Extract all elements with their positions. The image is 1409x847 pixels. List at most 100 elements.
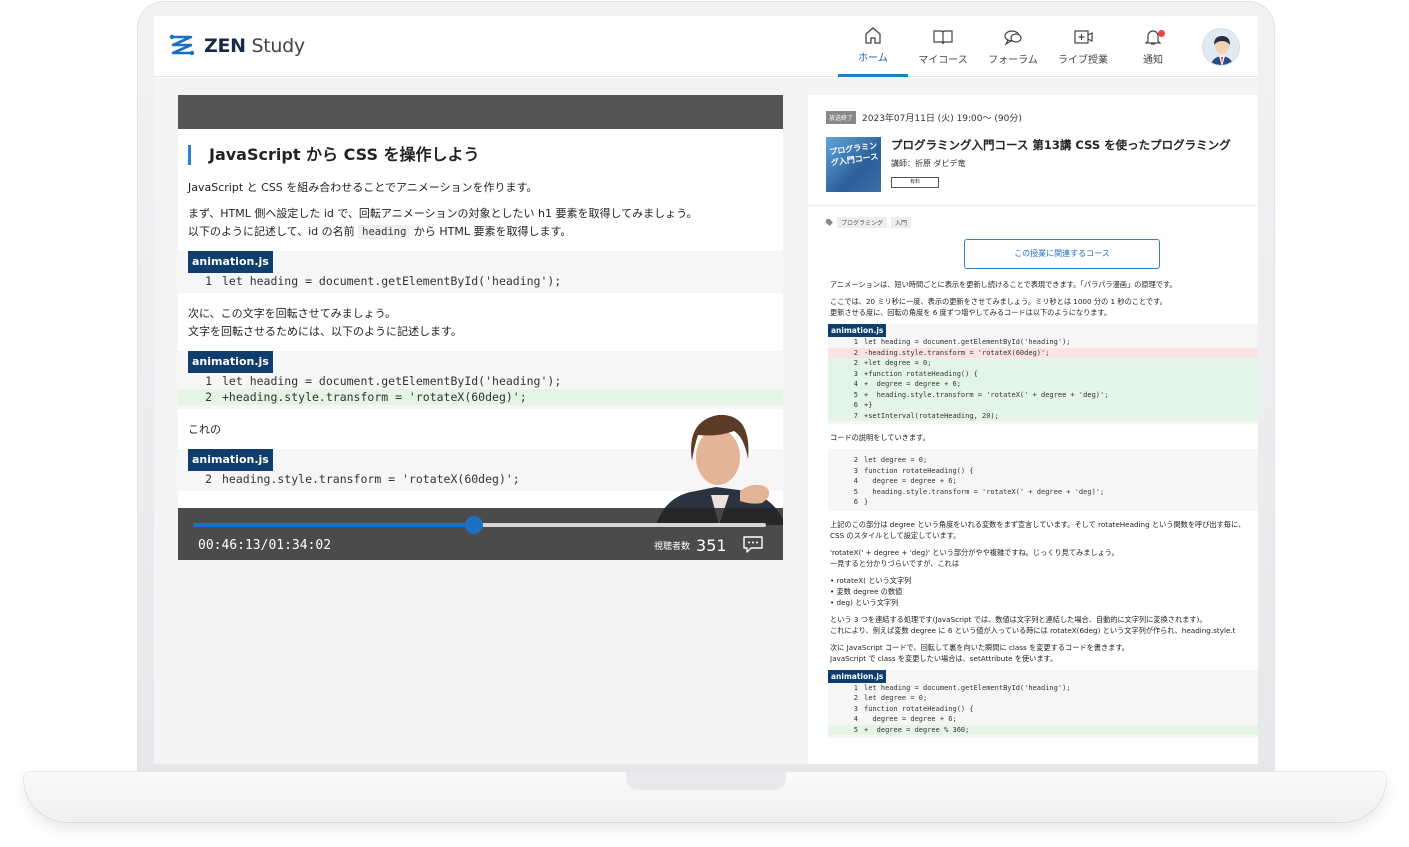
- forum-icon: [1004, 29, 1022, 46]
- live-icon: [1074, 29, 1093, 44]
- lesson-title[interactable]: プログラミング入門コース 第13講 CSS を使ったプログラミング: [891, 137, 1231, 153]
- doc-paragraph: まず、HTML 側へ設定した id で、回転アニメーションの対象としたい h1 …: [188, 207, 698, 239]
- code-line: 3 +function rotateHeading() {: [828, 368, 1258, 379]
- line-number: 4: [853, 380, 858, 388]
- lesson-document-panel: JavaScript から CSS を操作しよう JavaScript と CS…: [178, 95, 783, 560]
- code-block: animation.js 1 let heading = document.get…: [828, 669, 1258, 738]
- code-text: + heading.style.transform = 'rotateX(' +…: [864, 390, 1109, 399]
- divider: [808, 205, 1258, 206]
- line-number: 1: [205, 374, 212, 388]
- line-number: 3: [853, 704, 858, 713]
- user-avatar[interactable]: [1202, 28, 1240, 66]
- chat-icon[interactable]: [742, 535, 764, 553]
- code-line: 4 degree = degree + 6;: [828, 714, 1258, 725]
- code-text: -heading.style.transform = 'rotateX(60de…: [864, 348, 1050, 357]
- notification-dot: [1158, 30, 1165, 37]
- code-text: +let degree = 0;: [864, 359, 932, 367]
- home-icon: [865, 27, 881, 44]
- line-number: 1: [205, 274, 212, 288]
- line-number: 5: [853, 390, 858, 399]
- line-number: 2: [853, 359, 858, 367]
- lesson-thumbnail[interactable]: プログラミング入門コース: [826, 137, 881, 192]
- code-text: + degree = degree % 360;: [864, 725, 970, 734]
- nav-my-course[interactable]: マイコース: [908, 16, 978, 77]
- article-paragraph: 次に JavaScript コードで、回転して裏を向いた瞬間に class を変…: [830, 642, 1129, 663]
- lesson-meta: 放送終了 2023年07月11日 (火) 19:00〜 (90分): [826, 111, 1022, 124]
- app-screen: ZEN Study ホーム マイコース フォーラム ライブ授業 通知 JavaS…: [154, 16, 1258, 764]
- code-filename: animation.js: [188, 351, 273, 373]
- content-area: JavaScript から CSS を操作しよう JavaScript と CS…: [154, 78, 1258, 764]
- video-progress-knob[interactable]: [465, 516, 484, 534]
- list-item: deg) という文字列: [830, 597, 1258, 608]
- article-paragraph: という 3 つを連結する処理です(JavaScript では、数値は文字列と連結…: [830, 614, 1236, 635]
- code-text: +setInterval(rotateHeading, 20);: [864, 411, 999, 420]
- line-number: 3: [853, 369, 858, 378]
- tag-list: プログラミング 入門: [826, 217, 912, 228]
- nav-notifications[interactable]: 通知: [1118, 16, 1188, 77]
- code-filename: animation.js: [188, 251, 273, 273]
- video-progress-bar[interactable]: [194, 516, 766, 534]
- list-item: rotateX( という文字列: [830, 575, 1258, 586]
- code-line: 2 -heading.style.transform = 'rotateX(60d…: [828, 347, 1258, 358]
- video-progress-fill: [194, 523, 475, 527]
- code-line: 7 +setInterval(rotateHeading, 20);: [828, 410, 1258, 421]
- code-block: animation.js 1 let heading = document.get…: [828, 324, 1258, 424]
- tag-icon: [826, 219, 833, 226]
- nav-notifications-label: 通知: [1143, 54, 1163, 66]
- lesson-date: 2023年07月11日 (火) 19:00〜 (90分): [862, 114, 1022, 124]
- code-line: 1 let heading = document.getElementById('…: [178, 373, 783, 389]
- code-line: 5 + heading.style.transform = 'rotateX(' …: [828, 389, 1258, 400]
- line-number: 2: [853, 694, 858, 702]
- code-line: 1 let heading = document.getElementById('…: [828, 337, 1258, 348]
- logo-text: ZEN Study: [204, 35, 305, 57]
- nav-my-course-label: マイコース: [918, 54, 968, 66]
- code-line: 3 function rotateHeading() {: [828, 466, 1258, 477]
- code-line: 2 +let degree = 0;: [828, 358, 1258, 369]
- code-text: degree = degree + 6;: [864, 477, 957, 485]
- code-line: 4 degree = degree + 6;: [828, 476, 1258, 487]
- code-text: let heading = document.getElementById('h…: [864, 683, 1071, 692]
- code-line: 2 +heading.style.transform = 'rotateX(60d…: [178, 389, 783, 405]
- inline-code: heading: [358, 225, 411, 239]
- code-text: let heading = document.getElementById('h…: [222, 274, 562, 288]
- status-badge: 放送終了: [826, 111, 857, 124]
- line-number: 1: [853, 338, 858, 346]
- doc-paragraph: JavaScript と CSS を組み合わせることでアニメーションを作ります。: [188, 181, 538, 194]
- code-line: 5 heading.style.transform = 'rotateX(' +…: [828, 487, 1258, 498]
- nav-live[interactable]: ライブ授業: [1048, 16, 1118, 77]
- related-course-button[interactable]: この授業に関連するコース: [964, 239, 1160, 269]
- logo[interactable]: ZEN Study: [168, 32, 305, 60]
- code-text: let degree = 0;: [864, 694, 928, 702]
- code-line: 1 let heading = document.getElementById('…: [828, 683, 1258, 694]
- viewer-count: 視聴者数 351: [654, 536, 727, 555]
- nav-home[interactable]: ホーム: [838, 16, 908, 77]
- code-text: degree = degree + 6;: [864, 715, 957, 723]
- line-number: 4: [853, 477, 858, 485]
- code-text: +function rotateHeading() {: [864, 369, 978, 378]
- code-text: heading.style.transform = 'rotateX(60deg…: [222, 472, 520, 486]
- laptop-notch: [626, 772, 786, 790]
- logo-mark-icon: [169, 34, 195, 56]
- code-line: 6 +}: [828, 400, 1258, 411]
- code-text: function rotateHeading() {: [864, 704, 974, 713]
- code-line: 2 let degree = 0;: [828, 455, 1258, 466]
- code-line: 3 function rotateHeading() {: [828, 704, 1258, 715]
- video-player-controls: 00:46:13/01:34:02 視聴者数 351: [178, 508, 783, 560]
- tag[interactable]: 入門: [891, 217, 912, 228]
- nav-forum[interactable]: フォーラム: [978, 16, 1048, 77]
- lesson-article: アニメーションは、短い時間ごとに表示を更新し続けることで表現できます。「パラパラ…: [828, 279, 1258, 746]
- code-line: 4 + degree = degree + 6;: [828, 379, 1258, 390]
- list-item: 変数 degree の数値: [830, 586, 1258, 597]
- presenter-video-overlay: [656, 414, 783, 525]
- code-text: +heading.style.transform = 'rotateX(60de…: [222, 390, 527, 404]
- line-number: 5: [853, 487, 858, 496]
- code-block: animation.js 1 let heading = document.get…: [178, 351, 783, 409]
- line-number: 4: [853, 715, 858, 723]
- code-filename: animation.js: [188, 449, 273, 471]
- code-line: 1 let heading = document.getElementById('…: [178, 273, 783, 289]
- code-text: let degree = 0;: [864, 456, 928, 464]
- lesson-info-panel: 放送終了 2023年07月11日 (火) 19:00〜 (90分) プログラミン…: [808, 95, 1258, 764]
- nav-live-label: ライブ授業: [1058, 54, 1108, 66]
- code-line: 2 let degree = 0;: [828, 693, 1258, 704]
- tag[interactable]: プログラミング: [837, 217, 888, 228]
